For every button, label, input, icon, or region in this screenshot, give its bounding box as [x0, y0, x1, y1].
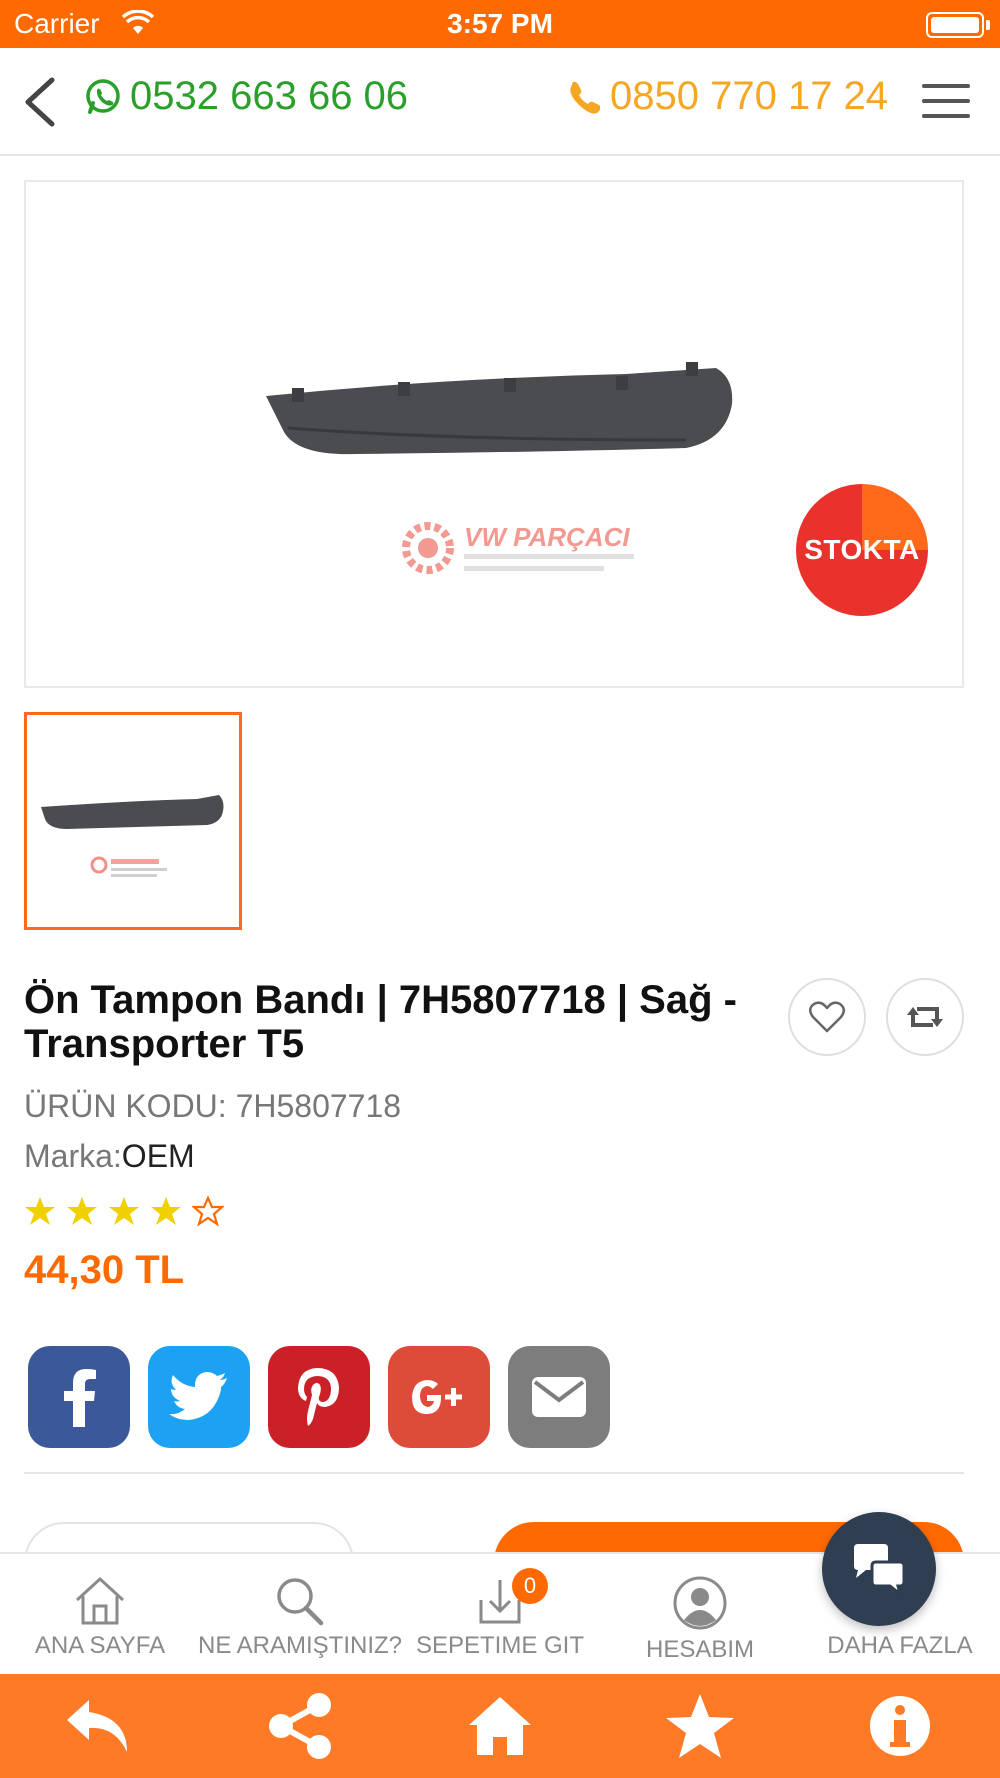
- bottom-action-bar: [0, 1674, 1000, 1778]
- user-icon: [673, 1576, 727, 1630]
- status-time: 3:57 PM: [447, 8, 553, 39]
- pinterest-share-button[interactable]: [268, 1346, 370, 1448]
- status-bar: Carrier 3:57 PM: [0, 0, 1000, 48]
- bumper-trim-image: VW PARÇACI: [266, 362, 733, 574]
- star-icon: [666, 1694, 734, 1758]
- tab-search[interactable]: NE ARAMIŞTINIZ?: [197, 1554, 403, 1674]
- reply-back-button[interactable]: [50, 1686, 150, 1766]
- twitter-share-button[interactable]: [148, 1346, 250, 1448]
- search-icon: [277, 1578, 324, 1626]
- thumbnail-image: [41, 795, 224, 877]
- tab-cart[interactable]: 0 SEPETIME GIT: [400, 1554, 600, 1674]
- menu-button[interactable]: [922, 84, 970, 124]
- tab-more-label: DAHA FAZLA: [827, 1632, 973, 1659]
- info-button[interactable]: [850, 1686, 950, 1766]
- heart-icon: [809, 1001, 845, 1033]
- facebook-share-button[interactable]: [28, 1346, 130, 1448]
- whatsapp-link[interactable]: 0532 663 66 06: [84, 74, 408, 119]
- compare-button[interactable]: [886, 978, 964, 1056]
- pinterest-icon: [298, 1368, 339, 1426]
- retweet-icon: [907, 1007, 943, 1027]
- info-icon: [870, 1696, 930, 1756]
- star-filled-icon: [151, 1197, 181, 1225]
- brand-label: Marka:: [24, 1138, 122, 1174]
- header: 0532 663 66 06 0850 770 17 24: [0, 48, 1000, 156]
- chat-button[interactable]: [822, 1512, 936, 1626]
- product-image[interactable]: VW PARÇACI: [24, 180, 964, 688]
- cart-count-badge: 0: [512, 1568, 548, 1604]
- twitter-icon: [169, 1372, 227, 1420]
- product-price: 44,30 TL: [24, 1248, 185, 1292]
- tab-account[interactable]: HESABIM: [600, 1554, 800, 1674]
- phone-icon: [570, 81, 600, 114]
- favorites-button[interactable]: [650, 1686, 750, 1766]
- google-plus-share-button[interactable]: [388, 1346, 490, 1448]
- reply-icon: [67, 1700, 127, 1752]
- phone-number: 0850 770 17 24: [610, 74, 889, 118]
- stock-badge: STOKTA: [796, 484, 928, 616]
- rating-stars: [24, 1196, 224, 1226]
- product-title: Ön Tampon Bandı | 7H5807718 | Sağ - Tran…: [24, 978, 737, 1066]
- whatsapp-icon: [86, 78, 120, 114]
- home-icon: [469, 1697, 531, 1755]
- product-thumbnail[interactable]: [24, 712, 242, 930]
- back-button[interactable]: [20, 74, 70, 130]
- share-nodes-icon: [269, 1693, 331, 1759]
- google-plus-icon: [412, 1380, 462, 1415]
- favorite-button[interactable]: [788, 978, 866, 1056]
- star-filled-icon: [25, 1197, 55, 1225]
- divider: [24, 1472, 964, 1474]
- home-outline-icon: [75, 1576, 125, 1625]
- whatsapp-number: 0532 663 66 06: [130, 74, 409, 118]
- product-code: ÜRÜN KODU: 7H5807718: [24, 1088, 402, 1124]
- vw-parcaci-watermark: VW PARÇACI: [402, 522, 634, 574]
- star-filled-icon: [109, 1197, 139, 1225]
- email-share-button[interactable]: [508, 1346, 610, 1448]
- brand-value: OEM: [121, 1138, 195, 1174]
- chat-bubbles-icon: [854, 1544, 906, 1596]
- battery-icon: [926, 12, 984, 38]
- chevron-left-icon: [25, 77, 55, 127]
- tab-home-label: ANA SAYFA: [34, 1632, 166, 1659]
- tab-cart-label: SEPETIME GIT: [415, 1632, 585, 1659]
- social-share: [28, 1346, 610, 1448]
- home-button[interactable]: [450, 1686, 550, 1766]
- star-empty-icon: [192, 1196, 224, 1226]
- mail-icon: [532, 1377, 586, 1417]
- star-filled-icon: [67, 1197, 97, 1225]
- phone-link[interactable]: 0850 770 17 24: [566, 74, 888, 119]
- tab-home[interactable]: ANA SAYFA: [0, 1554, 200, 1674]
- tab-account-label: HESABIM: [645, 1636, 755, 1663]
- product-brand: Marka:OEM: [24, 1138, 195, 1175]
- facebook-icon: [64, 1369, 96, 1427]
- tab-search-label: NE ARAMIŞTINIZ?: [197, 1632, 403, 1659]
- share-button[interactable]: [250, 1686, 350, 1766]
- watermark-brand-text: VW PARÇACI: [464, 522, 630, 552]
